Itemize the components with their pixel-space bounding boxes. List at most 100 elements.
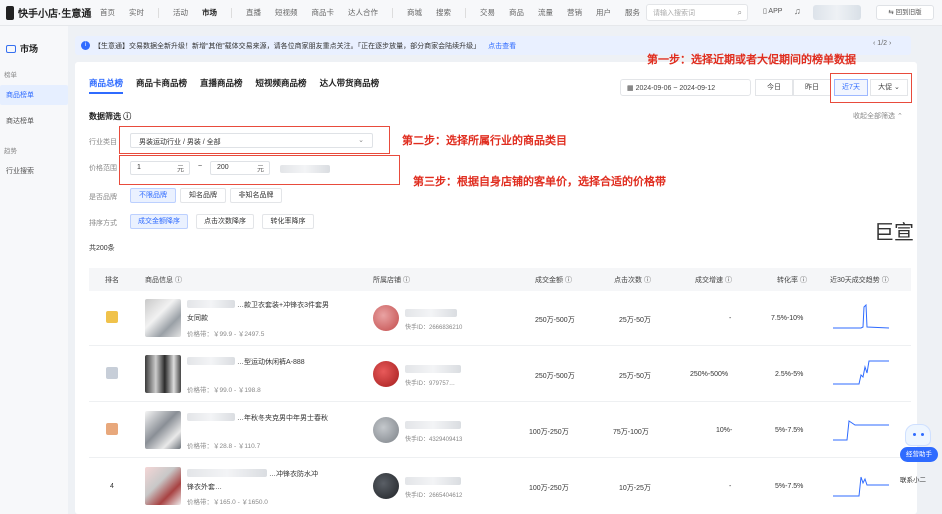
account-avatar[interactable] [813,5,861,20]
shop-avatar[interactable] [373,473,399,499]
clicks-value: 10万-25万 [619,485,651,492]
help-icon[interactable]: ⓘ [800,277,807,284]
nav-search[interactable]: 搜索 [436,7,451,18]
product-title-blur [187,413,235,421]
contact-support-link[interactable]: 联系小二 [900,474,926,484]
help-icon[interactable]: ⓘ [725,277,732,284]
table-row[interactable]: …年秋冬夹克男中年男士春秋 价格带：￥28.8 - ￥110.7 快手ID：43… [89,403,911,458]
tab-live[interactable]: 直播商品榜 [200,77,243,94]
nav-goods[interactable]: 商品 [509,7,524,18]
shop-avatar[interactable] [373,305,399,331]
shop-id: 快手ID：979757… [405,381,456,387]
tab-product-card[interactable]: 商品卡商品榜 [136,77,187,94]
nav-market[interactable]: 市场 [202,7,217,18]
sidebar-item-product-ranking[interactable]: 商品榜单 [0,85,68,105]
sidebar-item-industry-search[interactable]: 行业搜索 [0,161,68,181]
product-thumbnail[interactable] [145,355,181,393]
col-rank: 排名 [105,277,119,284]
nav-users[interactable]: 用户 [596,7,611,18]
date-today-button[interactable]: 今日 [755,79,793,96]
product-title[interactable]: …冲锋衣防水冲 [269,469,318,479]
rank-3-medal-icon [106,423,118,435]
trend-sparkline[interactable] [833,467,889,497]
nav-traffic[interactable]: 流量 [538,7,553,18]
nav-realtime[interactable]: 实时 [129,7,144,18]
swap-icon: ⇆ [888,9,894,16]
nav-divider [231,7,232,18]
app-download-link[interactable]: ▯ APP [763,7,782,15]
cvr-value: 5%-7.5% [775,483,804,490]
product-thumbnail[interactable] [145,467,181,505]
product-title[interactable]: …型运动休闲裤A-888 [237,357,305,367]
search-icon[interactable]: ⌕ [738,8,742,18]
col-gmv[interactable]: 成交金额 ⓘ [535,275,572,285]
sidebar-item-creator-ranking[interactable]: 商达榜单 [0,111,68,131]
table-row[interactable]: …款卫衣套装+冲锋衣3件套男 女同款 价格带：￥99.9 - ￥2497.5 快… [89,291,911,346]
trend-sparkline[interactable] [833,299,889,329]
main-nav: 首页 实时 活动 市场 直播 短视频 商品卡 达人合作 商城 搜索 交易 商品 … [100,7,654,18]
chevron-up-icon: ⌃ [896,113,903,120]
nav-creator-coop[interactable]: 达人合作 [348,7,378,18]
announcement-pager[interactable]: ‹ 1/2 › [873,40,891,47]
product-title[interactable]: …年秋冬夹克男中年男士春秋 [237,413,328,423]
assistant-robot-icon[interactable] [905,424,931,446]
shop-avatar[interactable] [373,361,399,387]
tab-creator[interactable]: 达人带货商品榜 [320,77,380,94]
shop-name-blur [405,477,461,485]
trend-sparkline[interactable] [833,411,889,441]
help-icon[interactable]: ⓘ [644,277,651,284]
brand-famous-chip[interactable]: 知名品牌 [180,188,226,203]
table-row[interactable]: …型运动休闲裤A-888 价格带：￥99.0 - ￥198.8 快手ID：979… [89,347,911,402]
trend-sparkline[interactable] [833,355,889,385]
nav-short-video[interactable]: 短视频 [275,7,298,18]
col-clicks[interactable]: 点击次数 ⓘ [614,275,651,285]
rank-1-medal-icon [106,311,118,323]
help-icon[interactable]: ⓘ [175,277,182,284]
help-icon[interactable]: ⓘ [882,277,889,284]
product-thumbnail[interactable] [145,299,181,337]
next-icon[interactable]: › [889,40,891,47]
back-to-old-version-button[interactable]: ⇆ 回到旧版 [876,5,934,20]
nav-service[interactable]: 服务 [625,7,640,18]
date-range-picker[interactable]: ▦ 2024-09-06 ~ 2024-09-12 [620,79,751,96]
app-logo[interactable]: 快手小店·生意通 [0,5,100,20]
col-cvr[interactable]: 转化率 ⓘ [777,275,807,285]
help-icon[interactable]: ⓘ [123,112,131,121]
shop-id: 快手ID：4329409413 [405,437,463,443]
app-name: 快手小店·生意通 [18,9,92,20]
table-row[interactable]: 4 …冲锋衣防水冲 锋衣外套… 价格带：￥165.0 - ￥1650.0 快手I… [89,459,911,514]
sort-cvr-chip[interactable]: 转化率降序 [262,214,314,229]
tab-product-overall[interactable]: 商品总榜 [89,77,124,94]
date-yesterday-button[interactable]: 昨日 [793,79,831,96]
sort-gmv-chip[interactable]: 成交金额降序 [130,214,188,229]
price-band: 价格带：￥99.0 - ￥198.8 [187,387,261,394]
sort-clicks-chip[interactable]: 点击次数降序 [196,214,254,229]
business-assistant-button[interactable]: 经营助手 [900,447,938,462]
shop-avatar[interactable] [373,417,399,443]
clicks-value: 25万-50万 [619,373,651,380]
help-icon[interactable]: ⓘ [565,277,572,284]
product-thumbnail[interactable] [145,411,181,449]
tab-short-video[interactable]: 短视频商品榜 [256,77,307,94]
col-product-label: 商品信息 [145,277,173,284]
collapse-filters-button[interactable]: 收起全部筛选 ⌃ [853,111,903,121]
nav-trade[interactable]: 交易 [480,7,495,18]
notification-bell-icon[interactable]: ♫ [794,6,801,16]
prev-icon[interactable]: ‹ [873,40,875,47]
announcement-link[interactable]: 点击查看 [488,41,516,51]
help-icon[interactable]: ⓘ [403,277,410,284]
annotation-step2: 第二步：选择所属行业的商品类目 [402,135,567,147]
nav-mall[interactable]: 商城 [407,7,422,18]
nav-live[interactable]: 直播 [246,7,261,18]
brand-nonfamous-chip[interactable]: 非知名品牌 [230,188,282,203]
rank-2-medal-icon [106,367,118,379]
nav-home[interactable]: 首页 [100,7,115,18]
nav-activity[interactable]: 活动 [173,7,188,18]
brand-any-chip[interactable]: 不限品牌 [130,188,176,203]
product-title[interactable]: …款卫衣套装+冲锋衣3件套男 [237,300,329,310]
sidebar-title: 市场 [0,26,68,55]
nav-marketing[interactable]: 营销 [567,7,582,18]
global-search-input[interactable]: 请输入搜索词 ⌕ [646,4,748,21]
nav-product-card[interactable]: 商品卡 [312,7,335,18]
col-growth[interactable]: 成交增速 ⓘ [695,275,732,285]
